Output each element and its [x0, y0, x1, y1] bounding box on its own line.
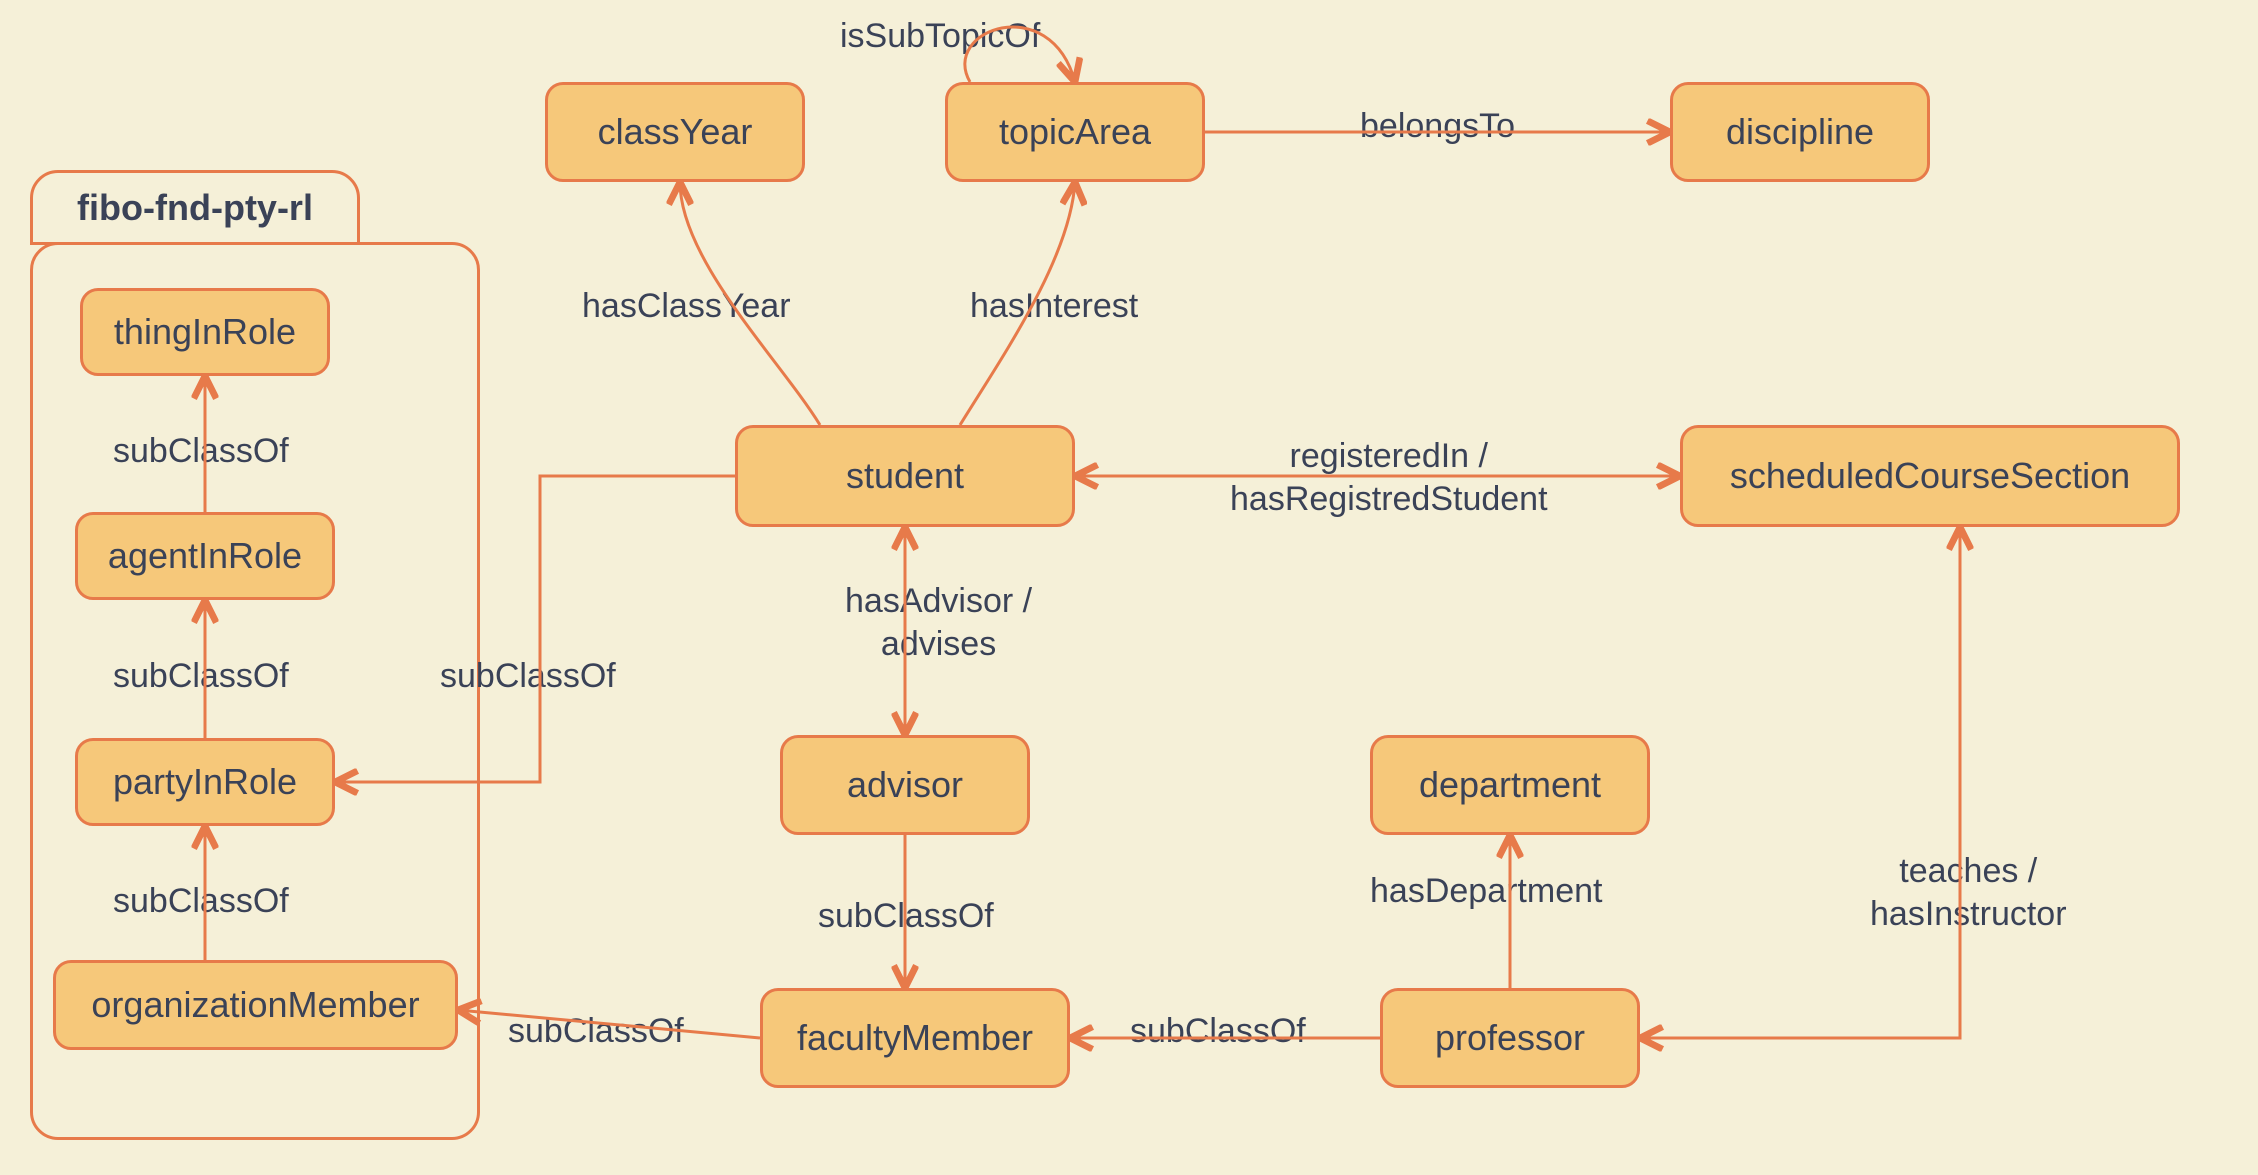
- edge-label-hasClassYear: hasClassYear: [582, 285, 791, 328]
- edge-text: teaches / hasInstructor: [1870, 852, 2067, 933]
- node-label: thingInRole: [114, 311, 296, 353]
- node-label: advisor: [847, 764, 963, 806]
- edge-label-subClassOf-a: subClassOf: [113, 430, 289, 473]
- package-tab: fibo-fnd-pty-rl: [30, 170, 360, 245]
- edge-label-subClassOf-d: subClassOf: [440, 655, 616, 698]
- node-label: organizationMember: [91, 984, 419, 1026]
- node-agentInRole: agentInRole: [75, 512, 335, 600]
- node-label: agentInRole: [108, 535, 302, 577]
- edge-label-hasDepartment: hasDepartment: [1370, 870, 1602, 913]
- node-label: discipline: [1726, 111, 1874, 153]
- node-label: department: [1419, 764, 1601, 806]
- node-discipline: discipline: [1670, 82, 1930, 182]
- edge-label-belongsTo: belongsTo: [1360, 105, 1515, 148]
- edge-label-subClassOf-f: subClassOf: [818, 895, 994, 938]
- edge-label-teaches: teaches / hasInstructor: [1870, 850, 2067, 935]
- edge-label-isSubTopicOf: isSubTopicOf: [840, 15, 1040, 58]
- node-advisor: advisor: [780, 735, 1030, 835]
- edge-label-registeredIn: registeredIn / hasRegistredStudent: [1230, 435, 1548, 520]
- edge-text: registeredIn / hasRegistredStudent: [1230, 437, 1548, 518]
- node-label: student: [846, 455, 964, 497]
- node-label: topicArea: [999, 111, 1151, 153]
- edge-label-subClassOf-e: subClassOf: [508, 1010, 684, 1053]
- node-thingInRole: thingInRole: [80, 288, 330, 376]
- package-title: fibo-fnd-pty-rl: [77, 187, 313, 229]
- edge-label-subClassOf-g: subClassOf: [1130, 1010, 1306, 1053]
- node-label: classYear: [598, 111, 753, 153]
- node-facultyMember: facultyMember: [760, 988, 1070, 1088]
- edge-text: hasAdvisor / advises: [845, 582, 1032, 663]
- edge-label-hasInterest: hasInterest: [970, 285, 1138, 328]
- node-label: professor: [1435, 1017, 1585, 1059]
- edge-label-subClassOf-b: subClassOf: [113, 655, 289, 698]
- node-label: facultyMember: [797, 1017, 1033, 1059]
- node-student: student: [735, 425, 1075, 527]
- node-department: department: [1370, 735, 1650, 835]
- edge-label-subClassOf-c: subClassOf: [113, 880, 289, 923]
- node-organizationMember: organizationMember: [53, 960, 458, 1050]
- edge-label-hasAdvisor: hasAdvisor / advises: [845, 580, 1032, 665]
- node-label: partyInRole: [113, 761, 297, 803]
- node-partyInRole: partyInRole: [75, 738, 335, 826]
- node-topicArea: topicArea: [945, 82, 1205, 182]
- node-professor: professor: [1380, 988, 1640, 1088]
- node-label: scheduledCourseSection: [1730, 455, 2130, 497]
- node-classYear: classYear: [545, 82, 805, 182]
- node-scheduledCourseSection: scheduledCourseSection: [1680, 425, 2180, 527]
